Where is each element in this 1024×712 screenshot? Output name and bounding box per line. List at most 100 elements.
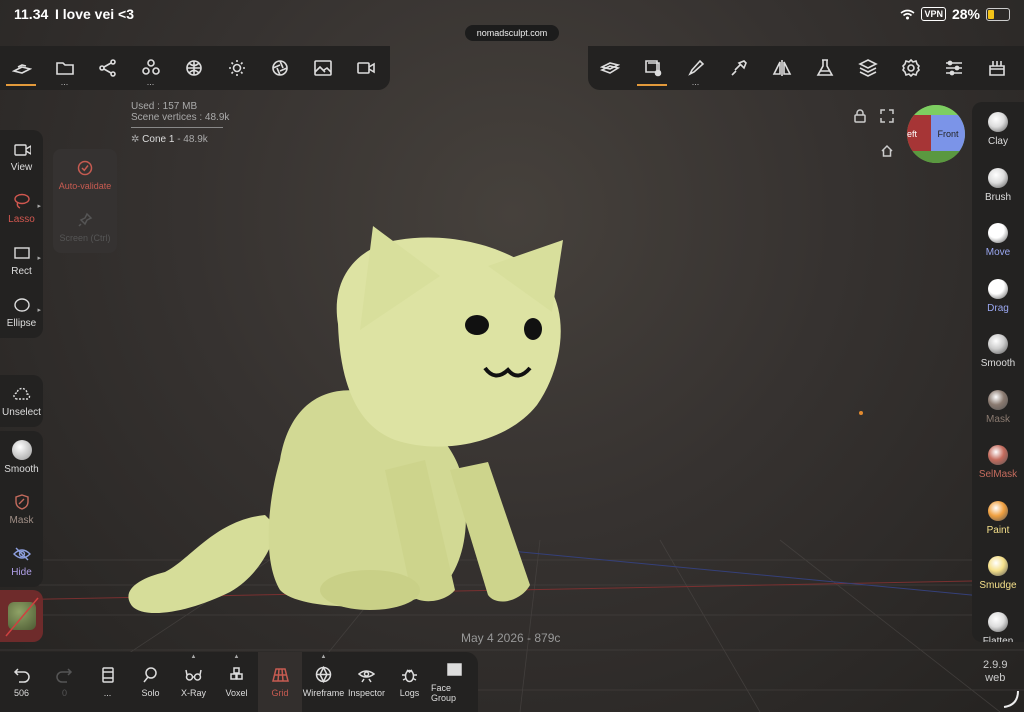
right-tool-panel: Clay Brush Move Drag Smooth Mask SelMask Paint S… [972, 102, 1024, 642]
version-info: 2.9.9 web [983, 659, 1007, 685]
gizmo-left-face[interactable]: eft [907, 115, 931, 153]
interface-button[interactable] [975, 46, 1018, 90]
sliders-button[interactable] [932, 46, 975, 90]
smooth-action-label: Smooth [4, 463, 39, 475]
pivot-dot[interactable] [859, 411, 863, 415]
object-vertices: - 48.9k [177, 134, 208, 145]
smooth-action-button[interactable]: Smooth [0, 431, 43, 483]
caret-up-icon: ▲ [190, 654, 197, 660]
sculpt-tool-smooth[interactable]: Smooth [972, 324, 1024, 380]
selection-icon [644, 60, 661, 77]
stroke-button[interactable] [717, 46, 760, 90]
auto-validate-toggle[interactable]: Auto-validate [53, 149, 117, 201]
version-label: web [985, 672, 1006, 684]
tool-rect[interactable]: Rect ▸ [0, 234, 43, 286]
sculpt-tool-clay[interactable]: Clay [972, 102, 1024, 158]
sculpt-tool-drag[interactable]: Drag [972, 269, 1024, 325]
tool-lasso[interactable]: Lasso ▸ [0, 182, 43, 234]
rect-icon [13, 246, 30, 259]
screen-toggle[interactable]: Screen (Ctrl) [53, 201, 117, 253]
image-button[interactable] [301, 46, 344, 90]
glasses-button[interactable]: ▲ X-Ray [172, 652, 215, 712]
layers-button[interactable] [846, 46, 889, 90]
unselect-label: Unselect [2, 406, 41, 418]
object-entry[interactable]: ✲ Cone 1 - 48.9k [131, 134, 229, 145]
fullscreen-icon[interactable] [880, 109, 894, 128]
smooth-sphere-icon [988, 334, 1008, 355]
undo-button[interactable]: 506 [0, 652, 43, 712]
drag-sphere-icon [988, 278, 1008, 299]
book-button[interactable]: ... [86, 652, 129, 712]
aperture-button[interactable] [258, 46, 301, 90]
submenu-arrow-icon: ▸ [37, 307, 41, 314]
sculpt-tool-mask[interactable]: Mask [972, 380, 1024, 436]
tool-label: Rect [11, 265, 32, 277]
memory-used: Used : 157 MB [131, 101, 198, 112]
primitives-button[interactable]: ... [129, 46, 172, 90]
redo-button[interactable]: 0 [43, 652, 86, 712]
selection-button[interactable] [631, 46, 674, 90]
settings-icon [901, 58, 920, 78]
brush-button[interactable]: ... [674, 46, 717, 90]
scene-vertices: Scene vertices : 48.9k [131, 112, 230, 123]
symmetry-icon [772, 60, 791, 76]
wireframe-button[interactable]: ▲ Wireframe [302, 652, 345, 712]
light-button[interactable] [215, 46, 258, 90]
bottom-tool-label: Grid [271, 688, 289, 698]
mesh-button[interactable] [588, 46, 631, 90]
sculpt-tool-paint[interactable]: Paint [972, 491, 1024, 547]
selmask-sphere-icon [988, 445, 1008, 466]
bottom-tool-label: Face Group [431, 683, 457, 703]
tool-ellipse[interactable]: Ellipse ▸ [0, 286, 43, 338]
corner-resize-icon[interactable] [1000, 688, 1022, 710]
home-icon[interactable] [880, 144, 894, 163]
sculpt-tool-label: Paint [986, 524, 1010, 536]
sculpt-tool-label: SelMask [978, 469, 1018, 481]
flask-button[interactable] [803, 46, 846, 90]
camera-button[interactable] [344, 46, 387, 90]
camera-icon [356, 62, 375, 74]
hide-action-button[interactable]: Hide [0, 535, 43, 587]
hide-eye-icon [12, 547, 31, 560]
magnifier-button[interactable]: Solo [129, 652, 172, 712]
sculpt-tool-selmask[interactable]: SelMask [972, 435, 1024, 491]
symmetry-button[interactable] [760, 46, 803, 90]
material-sphere-button[interactable] [172, 46, 215, 90]
interface-icon [988, 61, 1005, 76]
mask-shield-icon [14, 493, 29, 510]
glasses-icon [185, 669, 202, 681]
gizmo-front-face[interactable]: Front [931, 115, 965, 153]
sculpt-tool-brush[interactable]: Brush [972, 158, 1024, 214]
material-swatch[interactable] [0, 590, 43, 642]
redo-icon [56, 668, 73, 683]
smudge-sphere-icon [988, 556, 1008, 577]
sculpt-tool-flatten[interactable]: Flatten [972, 602, 1024, 642]
scene-info: Used : 157 MB Scene vertices : 48.9k ✲ C… [131, 101, 229, 145]
sculpt-tool-move[interactable]: Move [972, 213, 1024, 269]
facegroup-button[interactable]: Face Group [431, 652, 478, 712]
tool-label: Ellipse [6, 317, 37, 329]
sculpt-tool-label: Smooth [980, 358, 1016, 370]
view-gizmo[interactable]: eft Front [907, 105, 965, 163]
voxel-button[interactable]: ▲ Voxel [215, 652, 258, 712]
grid-button[interactable]: Grid [258, 652, 302, 712]
bottom-tool-label: Logs [399, 688, 420, 698]
settings-button[interactable] [889, 46, 932, 90]
tool-view[interactable]: View [0, 130, 43, 182]
mask-action-button[interactable]: Mask [0, 483, 43, 535]
layers-icon [857, 59, 878, 77]
bottom-tool-label: ... [103, 688, 112, 698]
smooth-sphere-icon [11, 439, 32, 460]
magnifier-icon [143, 667, 157, 683]
folder-button[interactable]: ... [43, 46, 86, 90]
cat-model [128, 226, 563, 614]
eye-button[interactable]: Inspector [345, 652, 388, 712]
share-nodes-button[interactable] [86, 46, 129, 90]
lock-icon[interactable] [853, 109, 867, 128]
scene-button[interactable] [0, 46, 43, 90]
sculpt-tool-smudge[interactable]: Smudge [972, 546, 1024, 602]
sculpt-tool-label: Clay [987, 136, 1008, 148]
bug-button[interactable]: Logs [388, 652, 431, 712]
unselect-button[interactable]: Unselect [0, 375, 43, 427]
more-dots: ... [146, 77, 155, 87]
